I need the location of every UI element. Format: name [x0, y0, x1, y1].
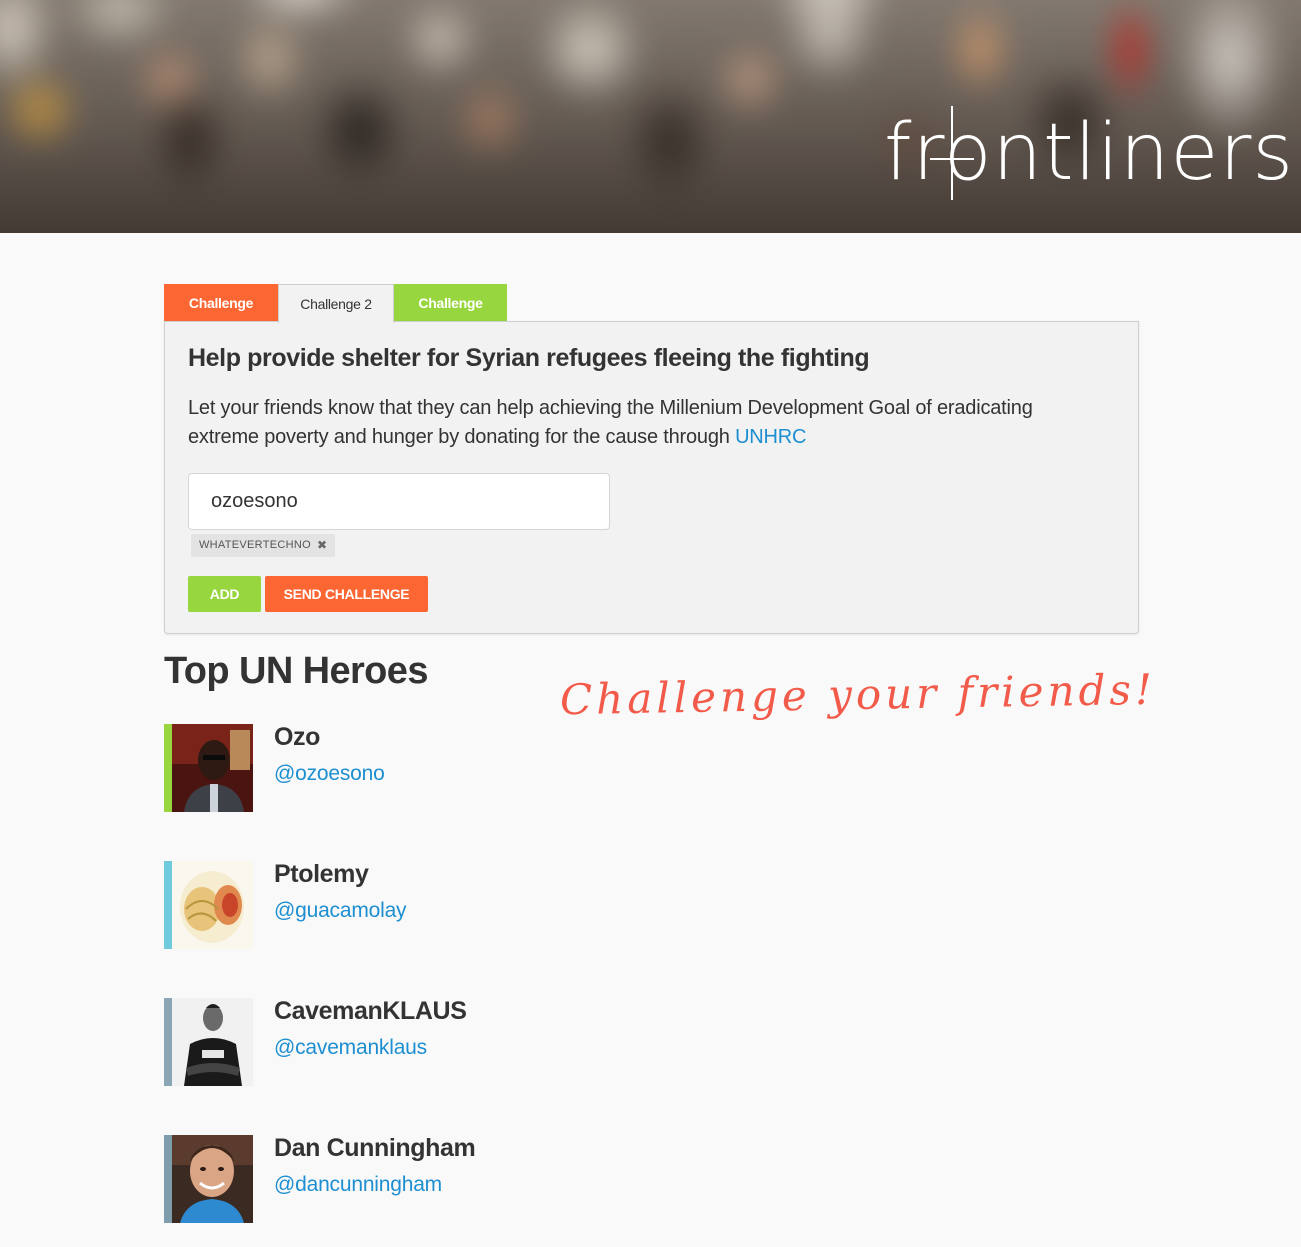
tab-challenge-2[interactable]: Challenge 2	[278, 284, 394, 323]
friend-tag-chip: WHATEVERTECHNO ✖	[191, 534, 336, 557]
hero-handle-link[interactable]: @guacamolay	[274, 899, 407, 923]
challenge-title: Help provide shelter for Syrian refugees…	[188, 344, 870, 372]
challenge-panel: Help provide shelter for Syrian refugees…	[164, 321, 1139, 634]
add-button[interactable]: ADD	[188, 576, 261, 612]
rank-bar	[164, 861, 172, 949]
hero-name: CavemanKLAUS	[274, 997, 467, 1025]
frontliners-logo[interactable]: frontliners	[884, 104, 1293, 202]
hero-handle-link[interactable]: @ozoesono	[274, 762, 385, 786]
hero-handle-link[interactable]: @cavemanklaus	[274, 1036, 427, 1060]
hero-banner: frontliners	[0, 0, 1301, 233]
hero-name: Ozo	[274, 723, 321, 751]
heroes-title: Top UN Heroes	[164, 650, 428, 692]
challenge-description-text: Let your friends know that they can help…	[188, 397, 1033, 448]
hero-card: Ptolemy @guacamolay	[164, 860, 524, 949]
avatar[interactable]	[172, 861, 253, 949]
close-icon[interactable]: ✖	[317, 534, 327, 557]
hero-handle-link[interactable]: @dancunningham	[274, 1173, 442, 1197]
hero-card: Ozo @ozoesono	[164, 723, 524, 812]
rank-bar	[164, 1135, 172, 1223]
rank-bar	[164, 724, 172, 812]
challenge-callout: Challenge your friends!	[559, 664, 1157, 725]
friend-name-input[interactable]	[188, 473, 610, 530]
hero-name: Ptolemy	[274, 860, 369, 888]
hero-card: Dan Cunningham @dancunningham	[164, 1134, 524, 1223]
avatar[interactable]	[172, 998, 253, 1086]
tag-label: WHATEVERTECHNO	[199, 539, 311, 551]
avatar[interactable]	[172, 1135, 253, 1223]
avatar[interactable]	[172, 724, 253, 812]
tab-challenge-3[interactable]: Challenge 3	[394, 284, 507, 349]
hero-name: Dan Cunningham	[274, 1134, 476, 1162]
unhrc-link[interactable]: UNHRC	[735, 426, 806, 448]
challenge-tabs: Challenge 1 Challenge 2 Challenge 3	[164, 284, 507, 349]
challenge-description: Let your friends know that they can help…	[188, 394, 1048, 452]
rank-bar	[164, 998, 172, 1086]
crosshair-icon	[930, 106, 974, 200]
hero-card: CavemanKLAUS @cavemanklaus	[164, 997, 524, 1086]
tab-challenge-1[interactable]: Challenge 1	[164, 284, 278, 349]
send-challenge-button[interactable]: SEND CHALLENGE	[265, 576, 428, 612]
